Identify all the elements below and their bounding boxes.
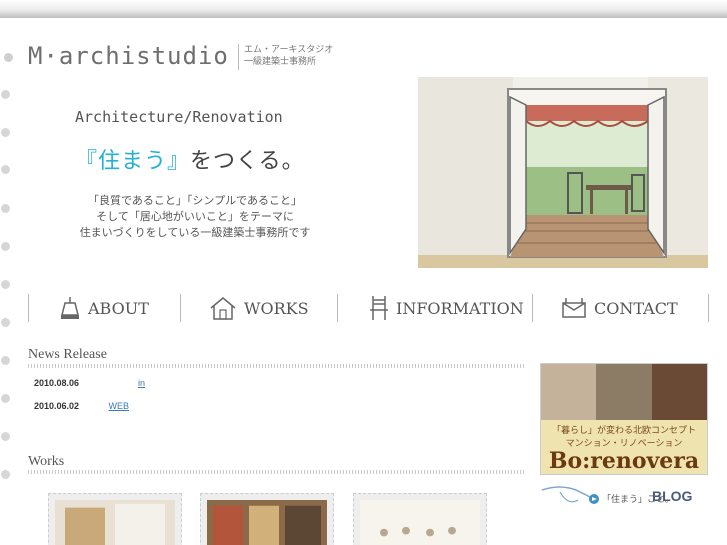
headline-accent: 『住まう』 [75, 149, 191, 174]
nav-contact[interactable]: CONTACT [560, 292, 678, 324]
house-icon [210, 297, 236, 320]
news-title: News Release [28, 347, 107, 362]
logo-type: 一級建築士事務所 [244, 57, 317, 67]
nav-works-label: WORKS [244, 298, 309, 318]
decor-dot [1, 356, 10, 365]
nav-separator [28, 294, 29, 322]
works-card[interactable] [200, 493, 334, 545]
nav-information-label: INFORMATION [396, 298, 524, 318]
nav-information[interactable]: INFORMATION [368, 292, 524, 324]
banner-copy: 「暮らし」が変わる北欧コンセプト マンション・リノベーション Bo:renove… [541, 420, 707, 474]
nav-separator [532, 294, 533, 322]
chair-icon [370, 296, 388, 320]
nav-works[interactable]: WORKS [208, 292, 309, 324]
nav-about-label: ABOUT [88, 298, 149, 318]
banner-line1: 「暮らし」が変わる北欧コンセプト [551, 426, 696, 436]
news-item: 2010.08.06 in [34, 378, 175, 388]
nav-contact-label: CONTACT [594, 298, 678, 318]
nav-separator [337, 294, 338, 322]
banner-photos [541, 364, 707, 420]
intro-line: そして「居心地がいいこと」をテーマに [96, 210, 294, 223]
intro-line: 住まいづくりをしている一級建築士事務所です [79, 226, 311, 239]
works-thumbnail [55, 500, 175, 545]
news-item: 2010.06.02 WEB [34, 401, 155, 411]
decor-dot [1, 128, 10, 137]
mailbox-icon [562, 298, 586, 318]
works-card[interactable] [48, 493, 182, 545]
decor-dot [1, 280, 10, 289]
hero-intro: 「良質であること」「シンプルであること」 そして「居心地がいいこと」をテーマに … [75, 193, 315, 241]
logo-separator [238, 44, 239, 70]
logo-subtitle: エム・アーキスタジオ 一級建築士事務所 [244, 44, 333, 68]
news-rule [28, 364, 524, 368]
headline-rest: をつくる。 [190, 149, 305, 174]
blog-link[interactable]: 「住まう」こと。 BLOG [540, 480, 708, 518]
intro-line: 「良質であること」「シンプルであること」 [88, 194, 302, 207]
news-date: 2010.06.02 [34, 401, 80, 411]
nav-about[interactable]: ABOUT [58, 292, 149, 324]
works-rule [28, 470, 524, 474]
site-logo[interactable]: M·archistudio [28, 42, 229, 70]
works-thumbnail [360, 500, 480, 545]
hero-tagline: Architecture/Renovation [75, 108, 283, 126]
nav-separator [180, 294, 181, 322]
decor-dot [1, 90, 10, 99]
decor-dot [1, 242, 10, 251]
nav-separator [708, 294, 709, 322]
works-title: Works [28, 454, 65, 469]
news-link[interactable]: in [109, 378, 175, 388]
hero-headline: 『住まう』をつくる。 [75, 143, 305, 175]
works-card[interactable] [353, 493, 487, 545]
decor-dot [1, 165, 10, 174]
decor-dot [1, 394, 10, 403]
news-link[interactable]: WEB [109, 401, 155, 411]
banner-brand: Bo:renovera [548, 448, 700, 474]
news-date: 2010.08.06 [34, 378, 80, 388]
borenovera-banner[interactable]: 「暮らし」が変わる北欧コンセプト マンション・リノベーション Bo:renove… [540, 363, 708, 475]
main-nav: ABOUT WORKS INFORMATION CONTACT [0, 290, 727, 326]
decor-dot [1, 204, 10, 213]
lamp-icon [61, 297, 79, 319]
decor-dot [1, 432, 10, 441]
hero-illustration [418, 77, 708, 268]
works-thumbnail [207, 500, 327, 545]
blog-word: BLOG [652, 488, 693, 504]
logo-kana: エム・アーキスタジオ [244, 45, 334, 55]
top-bar [0, 0, 727, 18]
decor-dot [1, 470, 10, 479]
logo-dot [4, 53, 13, 62]
